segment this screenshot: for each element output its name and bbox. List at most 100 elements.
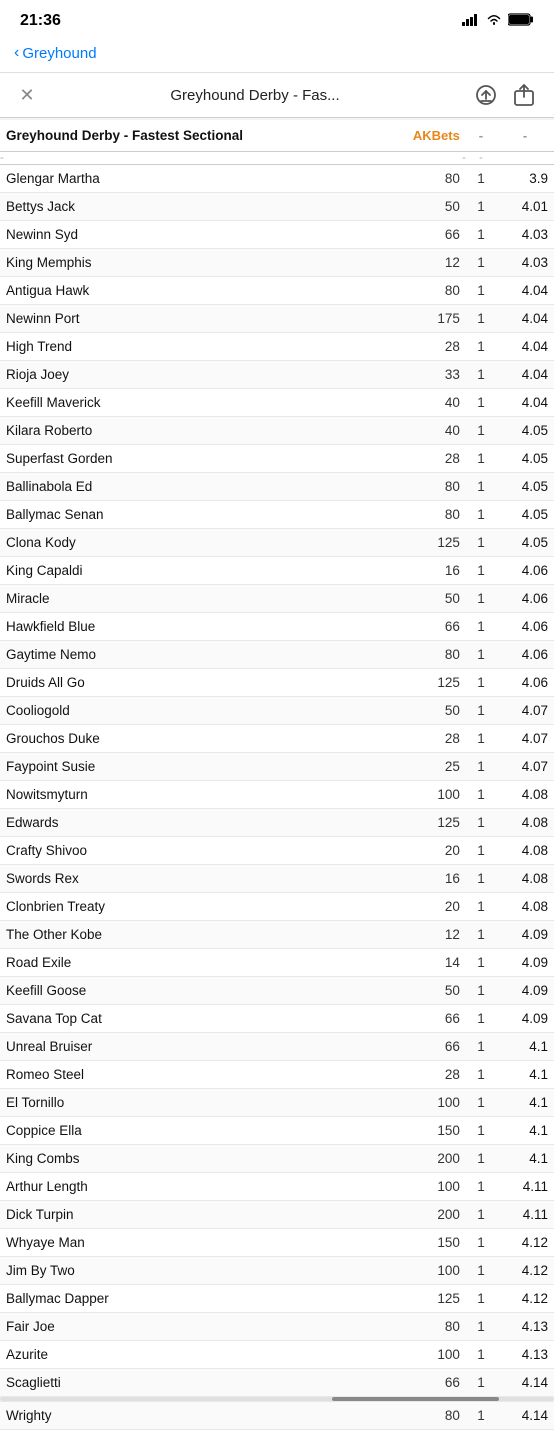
table-row[interactable]: Glengar Martha 80 1 3.9	[0, 165, 554, 193]
battery-icon	[508, 13, 534, 29]
table-row[interactable]: Gaytime Nemo 80 1 4.06	[0, 641, 554, 669]
odds-num: 50	[377, 697, 466, 725]
header-col3: -	[466, 120, 496, 152]
horse-name: Clona Kody	[0, 529, 377, 557]
odds-one: 1	[466, 669, 496, 697]
nav-back-label[interactable]: Greyhound	[22, 45, 96, 62]
table-row[interactable]: Kilara Roberto 40 1 4.05	[0, 417, 554, 445]
odds-num: 80	[377, 277, 466, 305]
odds-one: 1	[466, 613, 496, 641]
horse-name: Savana Top Cat	[0, 1005, 377, 1033]
odds-decimal: 4.09	[496, 949, 554, 977]
table-row[interactable]: Romeo Steel 28 1 4.1	[0, 1061, 554, 1089]
table-row[interactable]: Cooliogold 50 1 4.07	[0, 697, 554, 725]
table-row[interactable]: Arthur Length 100 1 4.11	[0, 1173, 554, 1201]
odds-one: 1	[466, 417, 496, 445]
table-row[interactable]: Coppice Ella 150 1 4.1	[0, 1117, 554, 1145]
horse-name: Grouchos Duke	[0, 725, 377, 753]
odds-decimal: 4.07	[496, 753, 554, 781]
odds-decimal: 4.06	[496, 641, 554, 669]
close-button[interactable]: ✕	[16, 84, 38, 106]
table-row[interactable]: Newinn Port 175 1 4.04	[0, 305, 554, 333]
table-row[interactable]: Clonbrien Treaty 20 1 4.08	[0, 893, 554, 921]
table-row[interactable]: Jim By Two 100 1 4.12	[0, 1257, 554, 1285]
table-row[interactable]: El Tornillo 100 1 4.1	[0, 1089, 554, 1117]
horse-name: Fair Joe	[0, 1313, 377, 1341]
table-row[interactable]: Keefill Maverick 40 1 4.04	[0, 389, 554, 417]
horse-name: Hawkfield Blue	[0, 613, 377, 641]
horse-name: Romeo Steel	[0, 1061, 377, 1089]
table-row[interactable]: Whyaye Man 150 1 4.12	[0, 1229, 554, 1257]
horse-name: High Trend	[0, 333, 377, 361]
odds-num: 150	[377, 1117, 466, 1145]
table-row[interactable]: Clona Kody 125 1 4.05	[0, 529, 554, 557]
odds-num: 12	[377, 921, 466, 949]
table-row[interactable]: Newinn Syd 66 1 4.03	[0, 221, 554, 249]
odds-one: 1	[466, 333, 496, 361]
table-row[interactable]: Ballinabola Ed 80 1 4.05	[0, 473, 554, 501]
table-row[interactable]: Ballymac Dapper 125 1 4.12	[0, 1285, 554, 1313]
odds-one: 1	[466, 1369, 496, 1397]
table-row[interactable]: Miracle 50 1 4.06	[0, 585, 554, 613]
table-row[interactable]: Superfast Gorden 28 1 4.05	[0, 445, 554, 473]
odds-one: 1	[466, 1229, 496, 1257]
add-to-betslip-icon[interactable]	[472, 81, 500, 109]
table-row[interactable]: Keefill Goose 50 1 4.09	[0, 977, 554, 1005]
table-row[interactable]: King Memphis 12 1 4.03	[0, 249, 554, 277]
horse-name: Faypoint Susie	[0, 753, 377, 781]
table-row[interactable]: The Other Kobe 12 1 4.09	[0, 921, 554, 949]
table-row[interactable]: Unreal Bruiser 66 1 4.1	[0, 1033, 554, 1061]
header-col4: -	[496, 120, 554, 152]
odds-one: 1	[466, 1089, 496, 1117]
odds-decimal: 4.12	[496, 1229, 554, 1257]
odds-num: 125	[377, 1285, 466, 1313]
table-row[interactable]: Wrighty 80 1 4.14	[0, 1402, 554, 1430]
table-row[interactable]: Road Exile 14 1 4.09	[0, 949, 554, 977]
table-row[interactable]: Druids All Go 125 1 4.06	[0, 669, 554, 697]
odds-decimal: 4.11	[496, 1173, 554, 1201]
table-row[interactable]: Edwards 125 1 4.08	[0, 809, 554, 837]
odds-decimal: 4.04	[496, 389, 554, 417]
table-row[interactable]: King Combs 200 1 4.1	[0, 1145, 554, 1173]
table-row[interactable]: Grouchos Duke 28 1 4.07	[0, 725, 554, 753]
odds-decimal: 4.05	[496, 417, 554, 445]
header-akbets[interactable]: AKBets	[377, 120, 466, 152]
odds-num: 66	[377, 1369, 466, 1397]
odds-decimal: 4.12	[496, 1257, 554, 1285]
odds-decimal: 4.12	[496, 1285, 554, 1313]
table-row[interactable]: Bettys Jack 50 1 4.01	[0, 193, 554, 221]
table-row[interactable]: Faypoint Susie 25 1 4.07	[0, 753, 554, 781]
odds-decimal: 4.05	[496, 445, 554, 473]
odds-one: 1	[466, 753, 496, 781]
horse-name: Swords Rex	[0, 865, 377, 893]
odds-decimal: 4.08	[496, 865, 554, 893]
status-time: 21:36	[20, 12, 61, 30]
table-row[interactable]: High Trend 28 1 4.04	[0, 333, 554, 361]
table-row[interactable]: Swords Rex 16 1 4.08	[0, 865, 554, 893]
odds-decimal: 4.05	[496, 501, 554, 529]
odds-num: 80	[377, 1313, 466, 1341]
table-row[interactable]: Rioja Joey 33 1 4.04	[0, 361, 554, 389]
table-row[interactable]: Nowitsmyturn 100 1 4.08	[0, 781, 554, 809]
table-row[interactable]: Crafty Shivoo 20 1 4.08	[0, 837, 554, 865]
odds-one: 1	[466, 1201, 496, 1229]
table-row[interactable]: Azurite 100 1 4.13	[0, 1341, 554, 1369]
table-row[interactable]: Scaglietti 66 1 4.14	[0, 1369, 554, 1397]
odds-num: 125	[377, 669, 466, 697]
horse-name: The Other Kobe	[0, 921, 377, 949]
table-row[interactable]: Fair Joe 80 1 4.13	[0, 1313, 554, 1341]
odds-decimal: 4.07	[496, 697, 554, 725]
odds-one: 1	[466, 585, 496, 613]
table-row[interactable]: Dick Turpin 200 1 4.11	[0, 1201, 554, 1229]
nav-back-button[interactable]: ‹ Greyhound	[14, 44, 97, 62]
table-row[interactable]: Savana Top Cat 66 1 4.09	[0, 1005, 554, 1033]
table-row[interactable]: King Capaldi 16 1 4.06	[0, 557, 554, 585]
table-row[interactable]: Hawkfield Blue 66 1 4.06	[0, 613, 554, 641]
table-row[interactable]: Antigua Hawk 80 1 4.04	[0, 277, 554, 305]
table-row[interactable]: Ballymac Senan 80 1 4.05	[0, 501, 554, 529]
horse-name: Unreal Bruiser	[0, 1033, 377, 1061]
horse-name: Newinn Port	[0, 305, 377, 333]
share-icon[interactable]	[510, 81, 538, 109]
horse-name: Gaytime Nemo	[0, 641, 377, 669]
horse-name: Druids All Go	[0, 669, 377, 697]
